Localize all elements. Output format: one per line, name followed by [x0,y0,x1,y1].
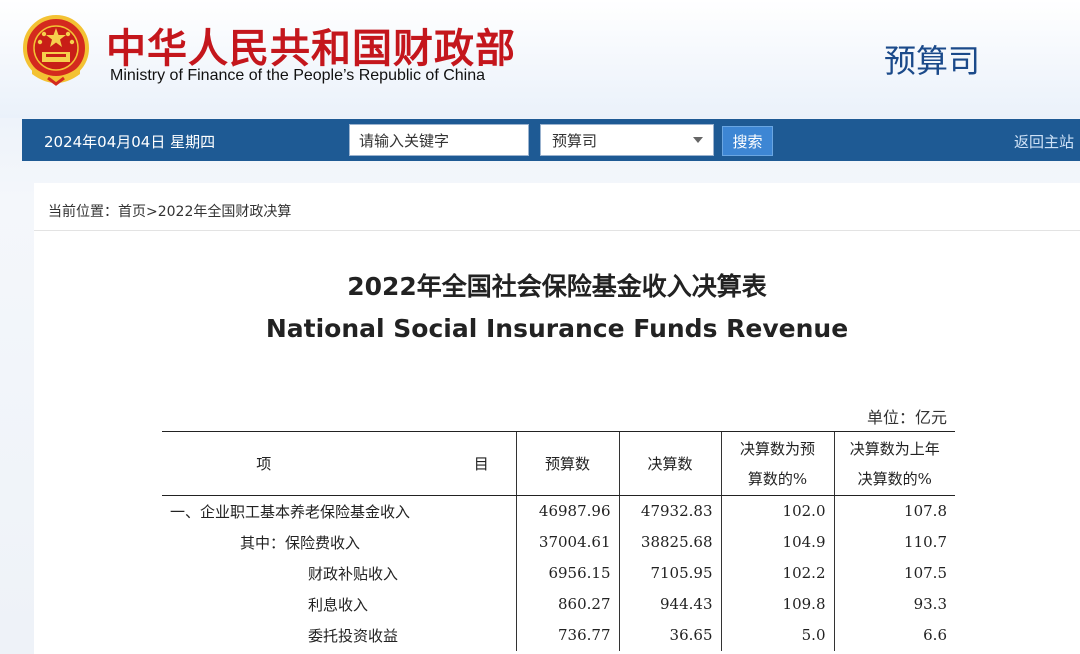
row-item: 财政补贴收入 [308,564,399,583]
row-item: 利息收入 [308,595,369,614]
row-pct-budget: 102.2 [720,557,834,589]
brand-title-cn: 中华人民共和国财政部 [106,26,516,72]
row-pct-budget: 109.8 [720,588,834,620]
row-budget: 860.27 [515,588,619,620]
chevron-down-icon [693,137,703,143]
row-budget: 46987.96 [515,495,619,527]
row-pct-prev: 107.5 [833,557,955,589]
breadcrumb: 当前位置：首页>2022年全国财政决算 [48,204,292,220]
masthead: 中华人民共和国财政部 Ministry of Finance of the Pe… [0,0,1080,118]
column-header-budget: 预算数 [515,431,619,496]
brand-title-en: Ministry of Finance of the People’s Repu… [110,67,486,84]
row-budget: 736.77 [515,619,619,651]
revenue-table: 项目 预算数 决算数 决算数为预 算数的% 决算数为上年 决算数的% 一、企业职… [162,431,955,651]
table-row: 其中：保险费收入 37004.61 38825.68 104.9 110.7 [162,526,955,558]
row-pct-budget: 102.0 [720,495,834,527]
table-header-row: 项目 预算数 决算数 决算数为预 算数的% 决算数为上年 决算数的% [162,431,955,496]
navigation-bar: 2024年04月04日 星期四 请输入关键字 预算司 搜索 返回主站 [22,119,1080,161]
content-panel: 当前位置：首页>2022年全国财政决算 2022年全国社会保险基金收入决算表 N… [34,183,1080,654]
row-item: 其中：保险费收入 [240,533,361,552]
row-budget: 37004.61 [515,526,619,558]
table-row: 财政补贴收入 6956.15 7105.95 102.2 107.5 [162,557,955,589]
current-date: 2024年04月04日 星期四 [44,133,216,151]
column-header-item: 项目 [162,431,516,496]
row-final: 7105.95 [618,557,721,589]
national-emblem-icon [23,15,89,86]
report-title-cn: 2022年全国社会保险基金收入决算表 [347,272,767,301]
return-home-link[interactable]: 返回主站 [1014,131,1074,152]
divider [34,230,1080,231]
table-row: 一、企业职工基本养老保险基金收入 46987.96 47932.83 102.0… [162,495,955,527]
row-pct-prev: 93.3 [833,588,955,620]
table-row: 委托投资收益 736.77 36.65 5.0 6.6 [162,619,955,651]
row-pct-prev: 107.8 [833,495,955,527]
column-header-final: 决算数 [618,431,721,496]
search-input[interactable]: 请输入关键字 [349,124,529,156]
search-button[interactable]: 搜索 [722,126,773,156]
row-pct-budget: 104.9 [720,526,834,558]
row-final: 36.65 [618,619,721,651]
unit-label: 单位：亿元 [866,408,947,427]
row-final: 38825.68 [618,526,721,558]
department-name: 预算司 [884,42,981,80]
report-title-en: National Social Insurance Funds Revenue [265,314,849,343]
row-pct-budget: 5.0 [720,619,834,651]
row-pct-prev: 110.7 [833,526,955,558]
row-final: 944.43 [618,588,721,620]
scope-select[interactable]: 预算司 [540,124,714,156]
row-item: 一、企业职工基本养老保险基金收入 [170,502,411,521]
row-pct-prev: 6.6 [833,619,955,651]
row-budget: 6956.15 [515,557,619,589]
scope-select-value: 预算司 [552,132,598,150]
table-row: 利息收入 860.27 944.43 109.8 93.3 [162,588,955,620]
row-final: 47932.83 [618,495,721,527]
column-header-pct-budget: 决算数为预 算数的% [720,431,834,496]
column-header-pct-prev: 决算数为上年 决算数的% [833,431,955,496]
row-item: 委托投资收益 [308,626,399,645]
